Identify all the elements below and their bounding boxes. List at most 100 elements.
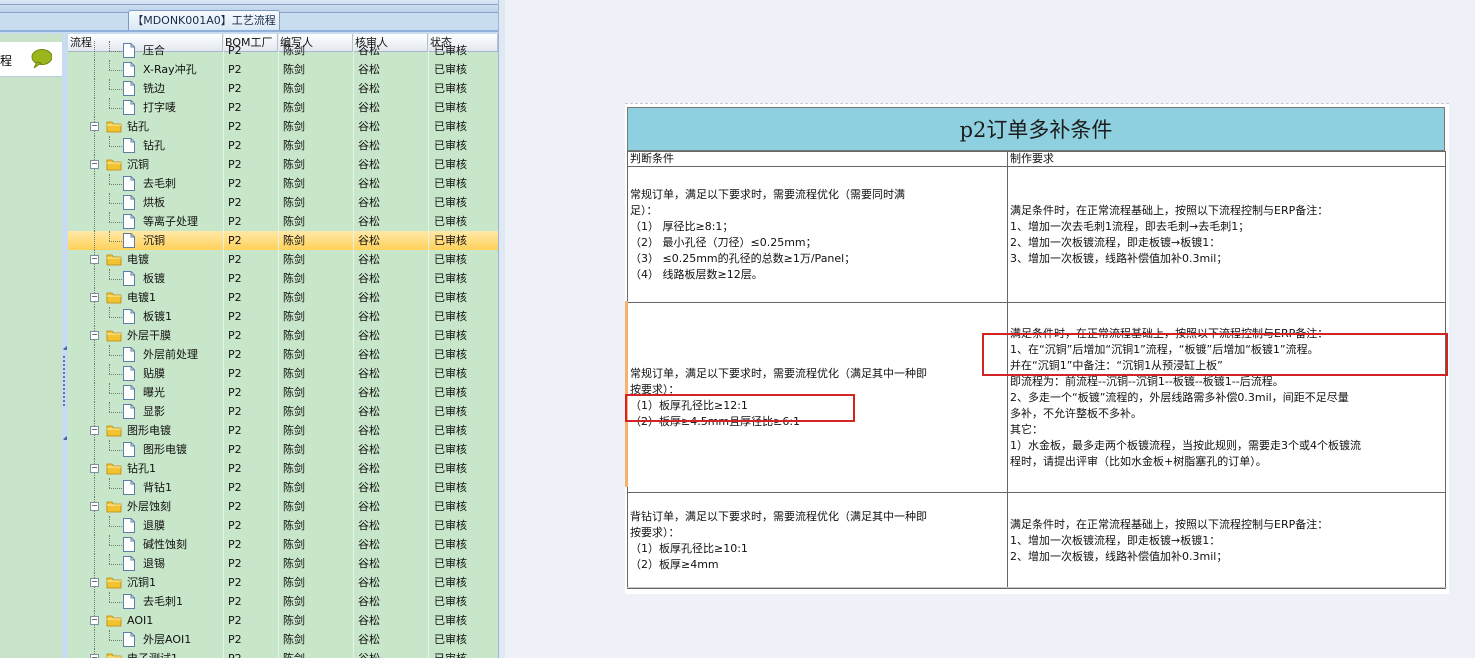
tree-folder-row[interactable]: − 图形电镀 P2 陈剑 谷松 已审核 [68,421,498,440]
tree-item-row[interactable]: 沉铜 P2 陈剑 谷松 已审核 [68,231,498,250]
tree-item-row[interactable]: 等离子处理 P2 陈剑 谷松 已审核 [68,212,498,231]
tree-folder-row[interactable]: − AOI1 P2 陈剑 谷松 已审核 [68,611,498,630]
collapse-toggle-icon[interactable]: − [90,122,99,131]
tree-folder-row[interactable]: − 电镀 P2 陈剑 谷松 已审核 [68,250,498,269]
condition-line: （1） 厚径比≥8:1； [630,219,734,233]
tree-node-label: 沉铜 [127,158,149,171]
tree-folder-row[interactable]: − 外层干膜 P2 陈剑 谷松 已审核 [68,326,498,345]
tree-folder-row[interactable]: − 沉铜1 P2 陈剑 谷松 已审核 [68,573,498,592]
tree-item-row[interactable]: 背钻1 P2 陈剑 谷松 已审核 [68,478,498,497]
requirement-line: 1、增加一次板镀流程，即走板镀→板镀1： [1010,533,1221,547]
process-flow-tab[interactable]: 【MDONK001A0】工艺流程 [128,10,280,32]
condition-cell: 常规订单，满足以下要求时，需要流程优化（需要同时满 足）： （1） 厚径比≥8:1；… [627,166,1008,303]
collapse-toggle-icon[interactable]: − [90,654,99,658]
tree-item-row[interactable]: 板镀 P2 陈剑 谷松 已审核 [68,269,498,288]
tree-item-row[interactable]: 退锡 P2 陈剑 谷松 已审核 [68,554,498,573]
document-icon [123,556,135,571]
tree-node-label: 钻孔 [127,120,149,133]
tree-node-label: 图形电镀 [143,443,187,456]
cell-writer: 陈剑 [283,367,305,380]
cell-reviewer: 谷松 [358,386,380,399]
tree-connector [109,364,110,374]
tree-item-row[interactable]: 曝光 P2 陈剑 谷松 已审核 [68,383,498,402]
tree-item-row[interactable]: X-Ray冲孔 P2 陈剑 谷松 已审核 [68,60,498,79]
tree-item-row[interactable]: 显影 P2 陈剑 谷松 已审核 [68,402,498,421]
page-edge [627,587,1447,588]
tree-item-row[interactable]: 去毛刺1 P2 陈剑 谷松 已审核 [68,592,498,611]
tree-item-row[interactable]: 外层AOI1 P2 陈剑 谷松 已审核 [68,630,498,649]
tree-connector [109,70,122,71]
tree-item-row[interactable]: 板镀1 P2 陈剑 谷松 已审核 [68,307,498,326]
tree-node-label: 钻孔 [143,139,165,152]
cell-writer: 陈剑 [283,272,305,285]
tree-folder-row[interactable]: − 电子测试1 P2 陈剑 谷松 已审核 [68,649,498,658]
collapse-toggle-icon[interactable]: − [90,331,99,340]
cell-writer: 陈剑 [283,139,305,152]
highlight-box-thickness [625,394,855,422]
tree-node-label: 板镀 [143,272,165,285]
tree-item-row[interactable]: 去毛刺 P2 陈剑 谷松 已审核 [68,174,498,193]
tree-item-row[interactable]: 铣边 P2 陈剑 谷松 已审核 [68,79,498,98]
tree-connector [109,174,110,184]
collapse-toggle-icon[interactable]: − [90,502,99,511]
cell-bom: P2 [228,595,242,608]
cell-status: 已审核 [434,82,467,95]
cell-status: 已审核 [434,462,467,475]
requirement-line: 2、多走一个“板镀”流程的，外层线路需多补偿0.3mil，间距不足尽量 [1010,390,1349,404]
condition-line: （1）板厚孔径比≥10:1 [630,541,748,555]
tree-item-row[interactable]: 打字唛 P2 陈剑 谷松 已审核 [68,98,498,117]
tree-connector [94,60,95,79]
collapse-toggle-icon[interactable]: − [90,255,99,264]
condition-line: 足）： [630,203,658,217]
collapse-toggle-icon[interactable]: − [90,160,99,169]
cell-reviewer: 谷松 [358,614,380,627]
cell-writer: 陈剑 [283,649,305,658]
tree-folder-row[interactable]: − 钻孔 P2 陈剑 谷松 已审核 [68,117,498,136]
cell-reviewer: 谷松 [358,101,380,114]
tree-item-row[interactable]: 退膜 P2 陈剑 谷松 已审核 [68,516,498,535]
collapse-toggle-icon[interactable]: − [90,293,99,302]
tree-item-row[interactable]: 压合 P2 陈剑 谷松 已审核 [68,41,498,60]
cell-writer: 陈剑 [283,500,305,513]
tree-folder-row[interactable]: − 电镀1 P2 陈剑 谷松 已审核 [68,288,498,307]
tree-folder-row[interactable]: − 沉铜 P2 陈剑 谷松 已审核 [68,155,498,174]
document-icon [123,480,135,495]
condition-line: （4） 线路板层数≥12层。 [630,267,763,281]
cell-bom: P2 [228,139,242,152]
tree-item-row[interactable]: 烘板 P2 陈剑 谷松 已审核 [68,193,498,212]
cell-bom: P2 [228,443,242,456]
collapse-toggle-icon[interactable]: − [90,464,99,473]
tree-connector [109,412,122,413]
cell-writer: 陈剑 [283,386,305,399]
tree-node-label: 退锡 [143,557,165,570]
tree-node-label: 图形电镀 [127,424,171,437]
tree-item-row[interactable]: 贴膜 P2 陈剑 谷松 已审核 [68,364,498,383]
tree-item-row[interactable]: 钻孔 P2 陈剑 谷松 已审核 [68,136,498,155]
tree-node-label: 板镀1 [143,310,172,323]
cell-bom: P2 [228,215,242,228]
tree-node-label: 退膜 [143,519,165,532]
tree-folder-row[interactable]: − 钻孔1 P2 陈剑 谷松 已审核 [68,459,498,478]
collapse-toggle-icon[interactable]: − [90,616,99,625]
tree-item-row[interactable]: 外层前处理 P2 陈剑 谷松 已审核 [68,345,498,364]
tree-node-label: 电子测试1 [127,649,178,658]
document-icon [123,271,135,286]
cell-writer: 陈剑 [283,462,305,475]
cell-status: 已审核 [434,139,467,152]
cell-status: 已审核 [434,120,467,133]
cell-status: 已审核 [434,177,467,190]
tree-connector [94,383,95,402]
cell-reviewer: 谷松 [358,576,380,589]
tree-connector [109,355,122,356]
collapse-toggle-icon[interactable]: − [90,578,99,587]
tree-item-row[interactable]: 碱性蚀刻 P2 陈剑 谷松 已审核 [68,535,498,554]
left-nav-item-process[interactable]: 程 [0,42,62,77]
tree-folder-row[interactable]: − 外层蚀刻 P2 陈剑 谷松 已审核 [68,497,498,516]
tree-item-row[interactable]: 图形电镀 P2 陈剑 谷松 已审核 [68,440,498,459]
collapse-toggle-icon[interactable]: − [90,426,99,435]
document-icon [123,404,135,419]
cell-writer: 陈剑 [283,196,305,209]
condition-line: 常规订单，满足以下要求时，需要流程优化（满足其中一种即 [630,366,927,380]
requirement-cell: 满足条件时，在正常流程基础上，按照以下流程控制与ERP备注： 1、增加一次去毛刺1… [1007,166,1446,303]
window-scrollbar[interactable] [498,0,505,658]
